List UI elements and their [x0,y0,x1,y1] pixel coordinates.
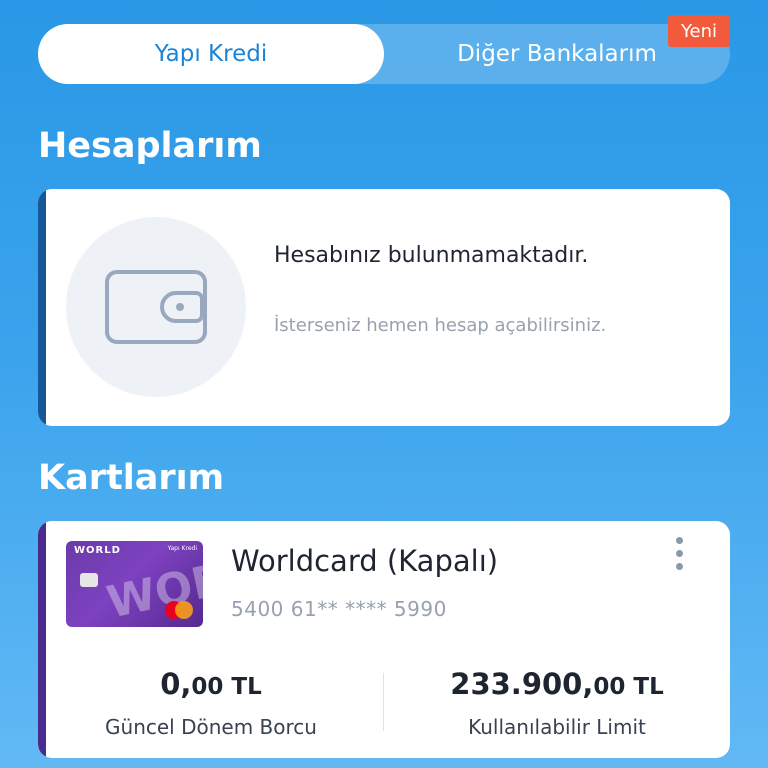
accounts-empty-title: Hesabınız bulunmamaktadır. [274,243,589,268]
current-debt-label: Güncel Dönem Borcu [105,715,317,739]
bank-switcher: Yapı Kredi Diğer Bankalarım Yeni [38,15,730,84]
accounts-empty-card[interactable]: Hesabınız bulunmamaktadır. İsterseniz he… [38,189,730,426]
mastercard-icon [165,601,193,619]
accounts-card-stripe [38,189,46,426]
more-options-icon[interactable] [670,537,688,575]
tab-yapi-kredi[interactable]: Yapı Kredi [38,24,384,84]
card-image-bank: Yapı Kredi [167,545,197,552]
card-chip [80,573,98,587]
cards-section-title: Kartlarım [38,458,225,498]
new-badge: Yeni [668,15,730,47]
accounts-section-title: Hesaplarım [38,126,262,166]
card-number: 5400 61** **** 5990 [231,597,447,621]
current-debt-main: 0, [160,667,192,701]
available-limit-label: Kullanılabilir Limit [468,715,646,739]
available-limit-amount: 233.900,00 TL [384,667,730,701]
accounts-empty-subtitle: İsterseniz hemen hesap açabilirsiniz. [274,315,607,336]
available-limit-decimals: 00 TL [593,674,664,700]
card-name: Worldcard (Kapalı) [231,544,499,578]
available-limit-main: 233.900, [450,667,594,701]
current-debt-decimals: 00 TL [191,674,262,700]
wallet-icon [66,217,246,397]
credit-card-item[interactable]: WORLD Yapı Kredi WORLD Worldcard (Kapalı… [38,521,730,758]
card-image-brand: WORLD [74,545,121,556]
current-debt-amount: 0,00 TL [38,667,384,701]
card-image: WORLD Yapı Kredi WORLD [66,541,203,627]
